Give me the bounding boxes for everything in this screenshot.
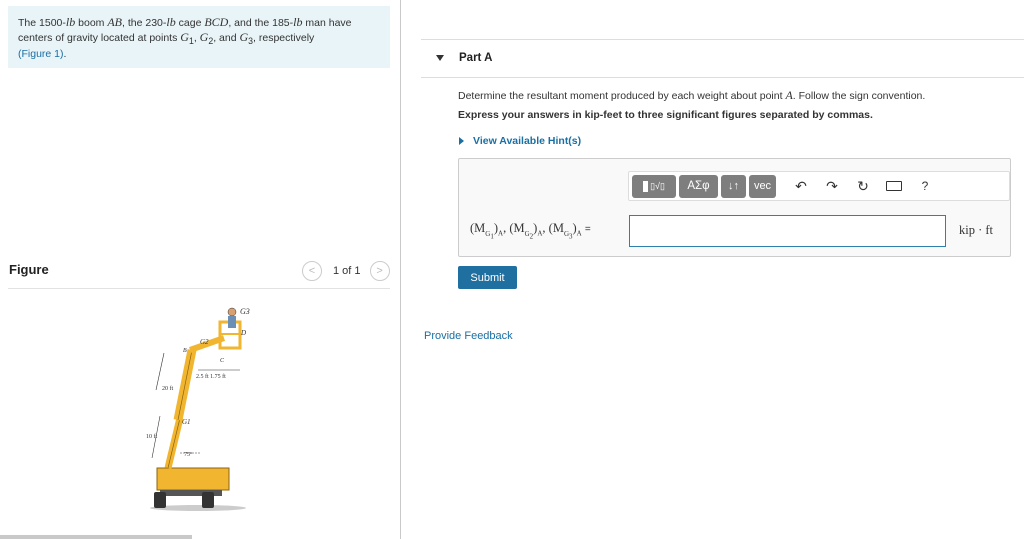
label-10ft: 10 ft (146, 433, 157, 440)
label-c: C (220, 358, 225, 364)
unit-label: kip · ft (959, 223, 994, 237)
part-title: Part A (459, 52, 493, 64)
submit-button[interactable]: Submit (458, 266, 517, 289)
answer-input[interactable] (629, 215, 946, 247)
prev-figure-button[interactable]: < (302, 261, 322, 281)
provide-feedback-link[interactable]: Provide Feedback (424, 330, 513, 342)
answer-area: ▯√▯ ΑΣφ ↓↑ vec ↶ ↷ ↻ ? (MG1)A, (MG2)A, (… (458, 158, 1011, 257)
question-text: Determine the resultant moment produced … (458, 88, 926, 102)
chassis (156, 467, 230, 491)
left-pane: The 1500-lb boom AB, the 230-lb cage BCD… (0, 0, 401, 539)
sort-arrows-button[interactable]: ↓↑ (721, 174, 746, 198)
templates-button[interactable]: ▯√▯ (632, 174, 676, 198)
boom-lift-figure: G3 G2 B D C 2.5 ft 1.75 ft 20 ft G1 10 f… (146, 307, 250, 511)
label-g2: G2 (200, 338, 209, 346)
greek-symbols-button[interactable]: ΑΣφ (679, 174, 718, 198)
label-angle: 75° (184, 451, 193, 458)
figure-heading: Figure (9, 262, 49, 277)
caret-right-icon (459, 137, 464, 145)
label-dims: 2.5 ft 1.75 ft (196, 373, 226, 380)
figure-pager: < 1 of 1 > (302, 261, 390, 281)
reset-icon[interactable]: ↻ (852, 175, 874, 197)
keyboard-icon[interactable] (883, 175, 905, 197)
templates-icon: ▯√▯ (643, 180, 665, 192)
label-20ft: 20 ft (162, 385, 173, 392)
man-head (227, 307, 237, 317)
man-body (228, 316, 236, 328)
caret-down-icon (436, 55, 444, 61)
dim-20ft (155, 352, 165, 391)
label-g3: G3 (240, 307, 250, 316)
wheel-right (202, 492, 214, 508)
answer-label: (MG1)A, (MG2)A, (MG3)A = (470, 221, 591, 240)
problem-statement: The 1500-lb boom AB, the 230-lb cage BCD… (8, 6, 390, 68)
part-a-header[interactable]: Part A (421, 39, 1024, 78)
label-b: B (183, 348, 187, 354)
help-icon[interactable]: ? (914, 175, 936, 197)
label-d: D (240, 329, 246, 337)
view-hints-link[interactable]: View Available Hint(s) (458, 135, 581, 147)
figure-page-indicator: 1 of 1 (333, 265, 361, 277)
vector-button[interactable]: vec (749, 174, 776, 198)
scrollbar[interactable] (0, 535, 192, 539)
answer-instructions: Express your answers in kip-feet to thre… (458, 109, 873, 121)
undo-icon[interactable]: ↶ (790, 175, 812, 197)
wheel-left (154, 492, 166, 508)
hints-label: View Available Hint(s) (473, 135, 582, 147)
divider (8, 288, 390, 289)
figure-link[interactable]: (Figure 1) (18, 48, 64, 60)
math-toolbar: ▯√▯ ΑΣφ ↓↑ vec ↶ ↷ ↻ ? (628, 171, 1010, 201)
label-g1: G1 (182, 418, 191, 426)
next-figure-button[interactable]: > (369, 261, 390, 281)
redo-icon[interactable]: ↷ (821, 175, 843, 197)
